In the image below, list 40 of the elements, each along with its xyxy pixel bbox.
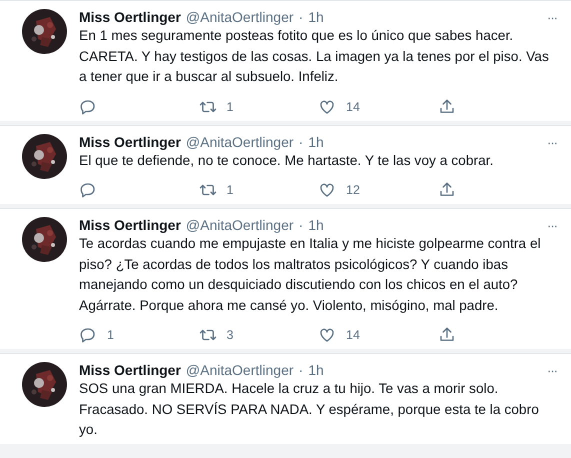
heart-icon[interactable] [318, 326, 336, 344]
author-name[interactable]: Miss Oertlinger [79, 217, 181, 233]
tweet-text: En 1 mes seguramente posteas fotito que es lo único que sabes hacer. CARETA. Y hay testigos de las cosas. La imagen ya la tenes por el piso. Vas a tener que ir a buscar al subsuelo. Infeliz. [79, 27, 550, 86]
reply-icon[interactable] [79, 98, 97, 116]
author-handle[interactable]: @AnitaOertlinger [186, 362, 294, 378]
author-handle[interactable]: @AnitaOertlinger [186, 9, 294, 25]
timestamp[interactable]: 1h [308, 134, 324, 150]
tweet-text: SOS una gran MIERDA. Hacele la cruz a tu hijo. Te vas a morir solo. Fracasado. NO SERVÍS PARA NADA. Y espérame, porque esta te la cobro yo. [79, 380, 540, 439]
more-menu[interactable]: ··· [547, 363, 557, 378]
share-icon[interactable] [438, 326, 456, 344]
reply-count: 1 [107, 328, 114, 342]
share-icon[interactable] [438, 98, 456, 116]
tweet-text: El que te defiende, no te conoce. Me hartaste. Y te las voy a cobrar. [79, 152, 494, 170]
more-menu[interactable]: ··· [547, 134, 557, 150]
author-handle[interactable]: @AnitaOertlinger [186, 217, 294, 233]
author-handle[interactable]: @AnitaOertlinger [186, 134, 294, 150]
like-count: 14 [346, 328, 360, 342]
separator: · [298, 134, 304, 150]
like-count: 14 [346, 100, 360, 114]
more-menu[interactable]: ··· [547, 10, 557, 25]
reply-icon[interactable] [79, 326, 97, 344]
timestamp[interactable]: 1h [308, 362, 324, 378]
separator: · [298, 9, 304, 25]
share-icon[interactable] [438, 181, 456, 199]
retweet-count: 1 [226, 100, 234, 114]
retweet-count: 3 [226, 328, 234, 342]
heart-icon[interactable] [318, 98, 336, 116]
author-name[interactable]: Miss Oertlinger [79, 134, 181, 150]
author-name[interactable]: Miss Oertlinger [79, 9, 181, 25]
reply-icon[interactable] [79, 181, 97, 199]
retweet-count: 1 [226, 183, 234, 197]
more-menu[interactable]: ··· [547, 218, 557, 233]
like-count: 12 [346, 183, 360, 197]
heart-icon[interactable] [318, 181, 336, 199]
separator: · [298, 217, 304, 233]
separator: · [298, 362, 304, 378]
timestamp[interactable]: 1h [308, 9, 324, 25]
tweet-text: Te acordas cuando me empujaste en Italia y me hiciste golpearme contra el piso? ¿Te acordas de todos los maltratos psicológicos? Y cuando ibas manejando como un desquiciado discutiendo con los chicos en el auto? Agárrate. Porque ahora me cansé yo. Violento, misógino, mal padre. [79, 235, 542, 315]
timestamp[interactable]: 1h [308, 217, 324, 233]
author-name[interactable]: Miss Oertlinger [79, 362, 181, 378]
